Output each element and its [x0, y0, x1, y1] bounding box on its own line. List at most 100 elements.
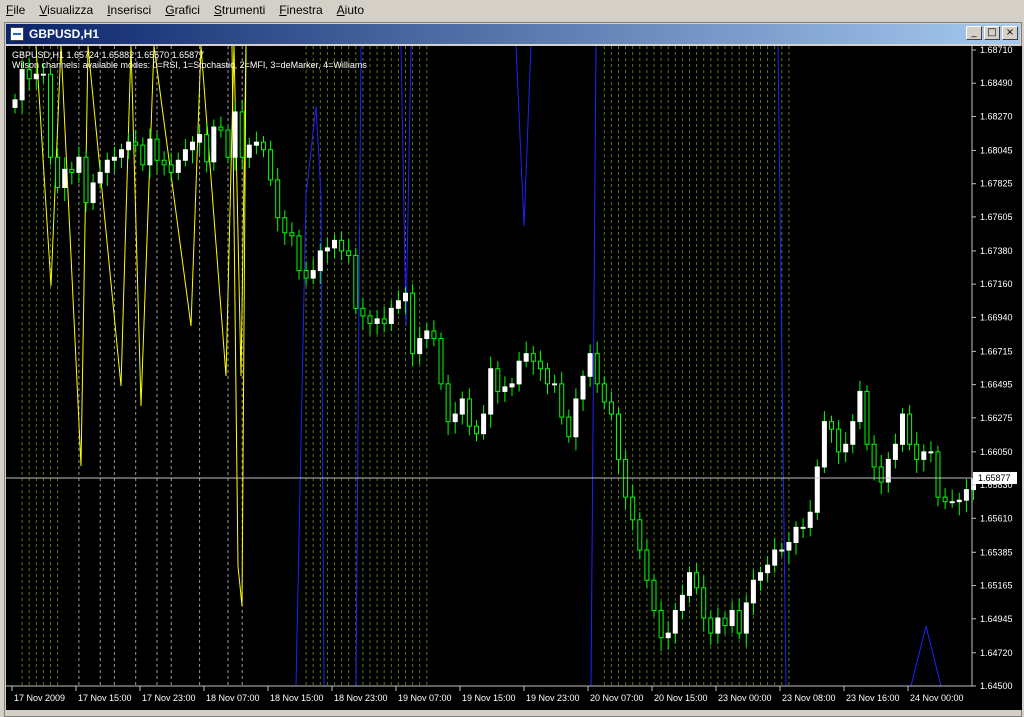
- candle-body: [431, 330, 437, 340]
- candle-body: [750, 579, 756, 604]
- price-tick-label: 1.64945: [980, 614, 1013, 624]
- candle-body: [608, 401, 614, 415]
- candle-body: [573, 398, 579, 438]
- candle-body: [829, 421, 834, 430]
- candle-body: [814, 466, 820, 513]
- price-chart[interactable]: 1.68710 1.68490 1.68270 1.68045 1.67825 1.676…: [6, 45, 1022, 710]
- chart-window-icon: [10, 27, 24, 41]
- candle-body: [332, 239, 337, 249]
- menu-file[interactable]: File: [0, 0, 33, 20]
- candle-body: [388, 307, 394, 324]
- time-tick-label: 24 Nov 00:00: [910, 693, 964, 703]
- candle-body: [736, 609, 742, 634]
- current-price-label-text: 1.65877: [978, 473, 1011, 483]
- price-tick-label: 1.66940: [980, 312, 1013, 322]
- candle-body: [12, 99, 18, 108]
- close-button[interactable]: ×: [1002, 26, 1018, 40]
- menu-inserisci[interactable]: Inserisci: [101, 0, 159, 20]
- candle-body: [587, 353, 593, 377]
- candle-body: [942, 496, 948, 503]
- candle-body: [438, 338, 444, 385]
- candle-body: [488, 368, 494, 415]
- candle-body: [928, 451, 934, 454]
- candle-body: [275, 179, 281, 219]
- candle-body: [864, 390, 870, 445]
- price-axis: 1.68710 1.68490 1.68270 1.68045 1.67825 1.676…: [972, 45, 1013, 691]
- candle-body: [360, 307, 366, 317]
- price-tick-label: 1.67160: [980, 279, 1013, 289]
- candle-body: [55, 156, 61, 188]
- candle-body: [48, 73, 53, 158]
- menu-grafici[interactable]: Grafici: [159, 0, 208, 20]
- candle-body: [346, 250, 352, 256]
- current-price-label: 1.65877: [973, 471, 1017, 484]
- candle-body: [289, 232, 295, 237]
- candle-body: [353, 254, 359, 309]
- candle-body: [672, 609, 678, 634]
- candle-body: [282, 217, 288, 234]
- candle-body: [452, 413, 458, 423]
- candle-body: [225, 129, 231, 158]
- price-tick-label: 1.68270: [980, 111, 1013, 121]
- candle-body: [381, 318, 387, 324]
- time-tick-label: 18 Nov 07:00: [206, 693, 260, 703]
- blue-line: [910, 625, 942, 687]
- candle-body: [374, 318, 380, 324]
- candle-body: [885, 458, 891, 483]
- candle-body: [424, 330, 430, 340]
- candle-body: [232, 111, 238, 158]
- candle-body: [949, 501, 955, 504]
- price-tick-label: 1.67605: [980, 212, 1013, 222]
- indicator-info-text: Wilson channels: available modes: 0=RSI,…: [12, 60, 367, 70]
- candle-body: [495, 368, 501, 392]
- candle-body: [182, 149, 188, 161]
- candle-body: [83, 156, 89, 204]
- candle-body: [914, 443, 920, 460]
- blue-line: [515, 45, 532, 227]
- candle-body: [395, 300, 401, 309]
- candle-body: [871, 443, 877, 468]
- price-tick-label: 1.67380: [980, 246, 1013, 256]
- menu-visualizza[interactable]: Visualizza: [33, 0, 101, 20]
- candle-body: [729, 609, 735, 627]
- candle-body: [658, 609, 664, 639]
- time-tick-label: 23 Nov 00:00: [718, 693, 772, 703]
- time-tick-label: 19 Nov 15:00: [462, 693, 516, 703]
- minimize-button[interactable]: _: [966, 26, 982, 40]
- time-tick-label: 20 Nov 07:00: [590, 693, 644, 703]
- menu-aiuto[interactable]: Aiuto: [331, 0, 372, 20]
- candle-body: [324, 247, 330, 252]
- candle-body: [197, 134, 203, 143]
- candle-body: [786, 541, 792, 551]
- chart-window-titlebar[interactable]: GBPUSD,H1 _ □ ×: [6, 24, 1020, 44]
- menu-strumenti[interactable]: Strumenti: [208, 0, 273, 20]
- candle-body: [261, 141, 266, 151]
- candle-body: [601, 383, 607, 403]
- candle-body: [33, 73, 39, 80]
- candle-body: [644, 549, 650, 581]
- time-tick-label: 20 Nov 15:00: [654, 693, 708, 703]
- price-tick-label: 1.68710: [980, 46, 1013, 55]
- symbol-info-text: GBPUSD,H1 1.65724 1.65882 1.65570 1.6587…: [12, 50, 204, 60]
- menu-finestra[interactable]: Finestra: [273, 0, 330, 20]
- candle-body: [921, 451, 927, 460]
- candle-body: [104, 159, 110, 173]
- maximize-button[interactable]: □: [984, 26, 1000, 40]
- candle-body: [403, 292, 408, 302]
- candle-body: [956, 499, 962, 503]
- candle-body: [807, 511, 813, 528]
- candle-body: [502, 386, 508, 392]
- candle-body: [566, 416, 572, 438]
- candle-body: [907, 413, 913, 445]
- candle-body: [175, 159, 181, 173]
- candle-body: [339, 239, 345, 252]
- candle-body: [843, 443, 849, 453]
- candle-body: [545, 368, 550, 385]
- candle-body: [552, 383, 558, 386]
- time-tick-label: 17 Nov 15:00: [78, 693, 132, 703]
- candle-body: [616, 413, 621, 460]
- time-tick-label: 19 Nov 07:00: [398, 693, 452, 703]
- candle-body: [246, 144, 252, 158]
- price-tick-label: 1.66275: [980, 413, 1013, 423]
- time-tick-label: 17 Nov 2009: [14, 693, 65, 703]
